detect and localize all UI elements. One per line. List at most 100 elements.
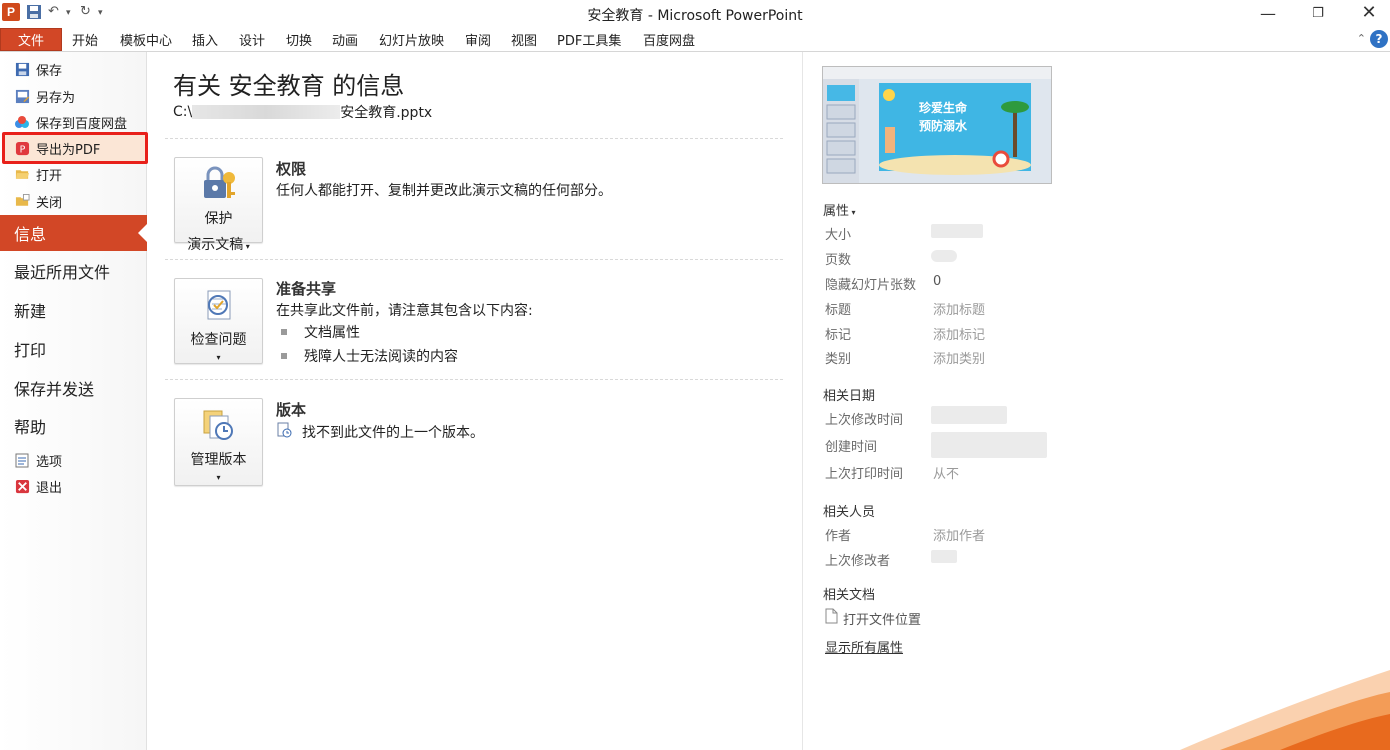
manage-versions-button[interactable]: 管理版本 ▾: [174, 398, 263, 486]
nav-save-send[interactable]: 保存并发送: [0, 370, 147, 406]
customize-quick-access-icon[interactable]: ▾: [98, 8, 103, 18]
nav-close[interactable]: 关闭: [14, 190, 144, 212]
dropdown-arrow-icon: ▾: [849, 208, 856, 217]
open-folder-icon: [14, 166, 30, 182]
show-all-properties-link[interactable]: 显示所有属性: [825, 637, 903, 656]
tab-template-center[interactable]: 模板中心: [120, 28, 172, 51]
dropdown-arrow-icon: ▾: [243, 242, 250, 251]
slide-thumbnail[interactable]: 珍爱生命 预防溺水: [822, 66, 1052, 184]
title-label: 标题: [825, 303, 852, 318]
last-modified-by-label: 上次修改者: [825, 554, 891, 569]
tab-review[interactable]: 审阅: [465, 28, 491, 51]
nav-save-as[interactable]: 另存为: [14, 85, 144, 107]
bullet-icon: [281, 329, 287, 335]
undo-dropdown-icon[interactable]: ▾: [66, 8, 71, 18]
tab-file[interactable]: 文件: [0, 28, 62, 51]
nav-help[interactable]: 帮助: [0, 408, 147, 444]
inspect-document-icon: [200, 287, 238, 325]
restore-button[interactable]: ❐: [1303, 6, 1333, 26]
check-issues-button[interactable]: 检查问题 ▾: [174, 278, 263, 364]
nav-info[interactable]: 信息: [0, 215, 148, 251]
thumbnail-title-line2: 预防溺水: [919, 119, 968, 133]
undo-icon[interactable]: ↶: [48, 4, 59, 19]
redacted-size: [931, 224, 983, 238]
powerpoint-app-icon[interactable]: P: [2, 3, 20, 21]
versions-title: 版本: [276, 401, 307, 419]
redacted-last-modified-by: [931, 550, 957, 563]
title-bar: P ↶ ▾ ↻ ▾ 安全教育 - Microsoft PowerPoint — …: [0, 0, 1390, 28]
options-icon: [14, 452, 30, 468]
hidden-slides-value: 0: [933, 274, 942, 289]
close-button[interactable]: ✕: [1354, 2, 1384, 23]
lock-key-icon: [200, 166, 238, 204]
pages-label: 页数: [825, 253, 852, 268]
help-icon[interactable]: ?: [1370, 30, 1388, 48]
created-label: 创建时间: [825, 440, 878, 455]
ribbon-tabs: 文件 开始 模板中心 插入 设计 切换 动画 幻灯片放映 审阅 视图 PDF工具…: [0, 28, 1390, 52]
size-label: 大小: [825, 228, 852, 243]
versions-icon: [200, 407, 238, 445]
title-field[interactable]: 添加标题: [933, 299, 985, 318]
nav-open[interactable]: 打开: [14, 163, 144, 185]
dates-header: 相关日期: [823, 389, 876, 404]
collapse-ribbon-icon[interactable]: ⌃: [1357, 32, 1366, 45]
people-header: 相关人员: [823, 505, 876, 520]
nav-options[interactable]: 选项: [14, 449, 144, 471]
close-folder-icon: [14, 193, 30, 209]
nav-recent[interactable]: 最近所用文件: [0, 253, 147, 289]
page-title: 有关 安全教育 的信息: [173, 72, 405, 100]
list-item: 文档属性: [281, 322, 360, 342]
nav-new[interactable]: 新建: [0, 292, 147, 328]
tab-home[interactable]: 开始: [72, 28, 98, 51]
versions-text-row: 找不到此文件的上一个版本。: [276, 422, 484, 442]
tab-view[interactable]: 视图: [511, 28, 537, 51]
printed-value: 从不: [933, 467, 960, 482]
tab-design[interactable]: 设计: [239, 28, 265, 51]
nav-save[interactable]: 保存: [14, 58, 144, 80]
baidu-cloud-icon: [14, 114, 30, 130]
list-item: 残障人士无法阅读的内容: [281, 346, 458, 366]
tab-baidu-netdisk[interactable]: 百度网盘: [643, 28, 695, 51]
author-field[interactable]: 添加作者: [933, 525, 985, 544]
backstage-nav: 保存 另存为 保存到百度网盘 P 导出为PDF 打开 关闭 信息 最近所用文件 …: [0, 52, 148, 750]
thumbnail-title-line1: 珍爱生命: [919, 101, 968, 115]
properties-header[interactable]: 属性 ▾: [823, 200, 856, 219]
dropdown-arrow-icon: ▾: [216, 473, 221, 482]
tags-field[interactable]: 添加标记: [933, 324, 985, 343]
open-file-location-link[interactable]: 打开文件位置: [825, 608, 921, 628]
document-icon: [825, 608, 838, 628]
save-icon[interactable]: [26, 4, 42, 24]
docs-header: 相关文档: [823, 588, 876, 603]
minimize-button[interactable]: —: [1253, 4, 1283, 24]
nav-print[interactable]: 打印: [0, 331, 147, 367]
window-title: 安全教育 - Microsoft PowerPoint: [587, 8, 803, 24]
tags-label: 标记: [825, 328, 852, 343]
tab-pdf-tools[interactable]: PDF工具集: [557, 28, 621, 51]
tab-slideshow[interactable]: 幻灯片放映: [379, 28, 444, 51]
dropdown-arrow-icon: ▾: [216, 353, 221, 362]
exit-icon: [14, 478, 30, 494]
properties-pane: 珍爱生命 预防溺水 属性 ▾ 大小 页数 隐藏幻灯片张数 0 标题 添加标题 标…: [802, 52, 1390, 750]
permissions-text: 任何人都能打开、复制并更改此演示文稿的任何部分。: [276, 183, 612, 199]
author-label: 作者: [825, 529, 852, 544]
category-field[interactable]: 添加类别: [933, 348, 985, 367]
protect-presentation-button[interactable]: 保护 演示文稿 ▾: [174, 157, 263, 253]
printed-label: 上次打印时间: [825, 467, 904, 482]
divider: [165, 259, 783, 260]
tab-transitions[interactable]: 切换: [286, 28, 312, 51]
redo-icon[interactable]: ↻: [80, 4, 91, 19]
modified-label: 上次修改时间: [825, 413, 904, 428]
divider: [165, 379, 783, 380]
prepare-sharing-title: 准备共享: [276, 280, 337, 298]
bullet-icon: [281, 353, 287, 359]
nav-exit[interactable]: 退出: [14, 475, 144, 497]
save-as-icon: [14, 88, 30, 104]
redacted-modified: [931, 406, 1007, 424]
tab-insert[interactable]: 插入: [192, 28, 218, 51]
nav-save-to-baidu[interactable]: 保存到百度网盘: [14, 111, 144, 133]
file-path: C:\ 安全教育.pptx: [173, 104, 433, 121]
tab-animations[interactable]: 动画: [332, 28, 358, 51]
prepare-sharing-text: 在共享此文件前，请注意其包含以下内容:: [276, 303, 533, 319]
nav-export-pdf[interactable]: P 导出为PDF: [14, 137, 144, 159]
divider: [165, 138, 783, 139]
